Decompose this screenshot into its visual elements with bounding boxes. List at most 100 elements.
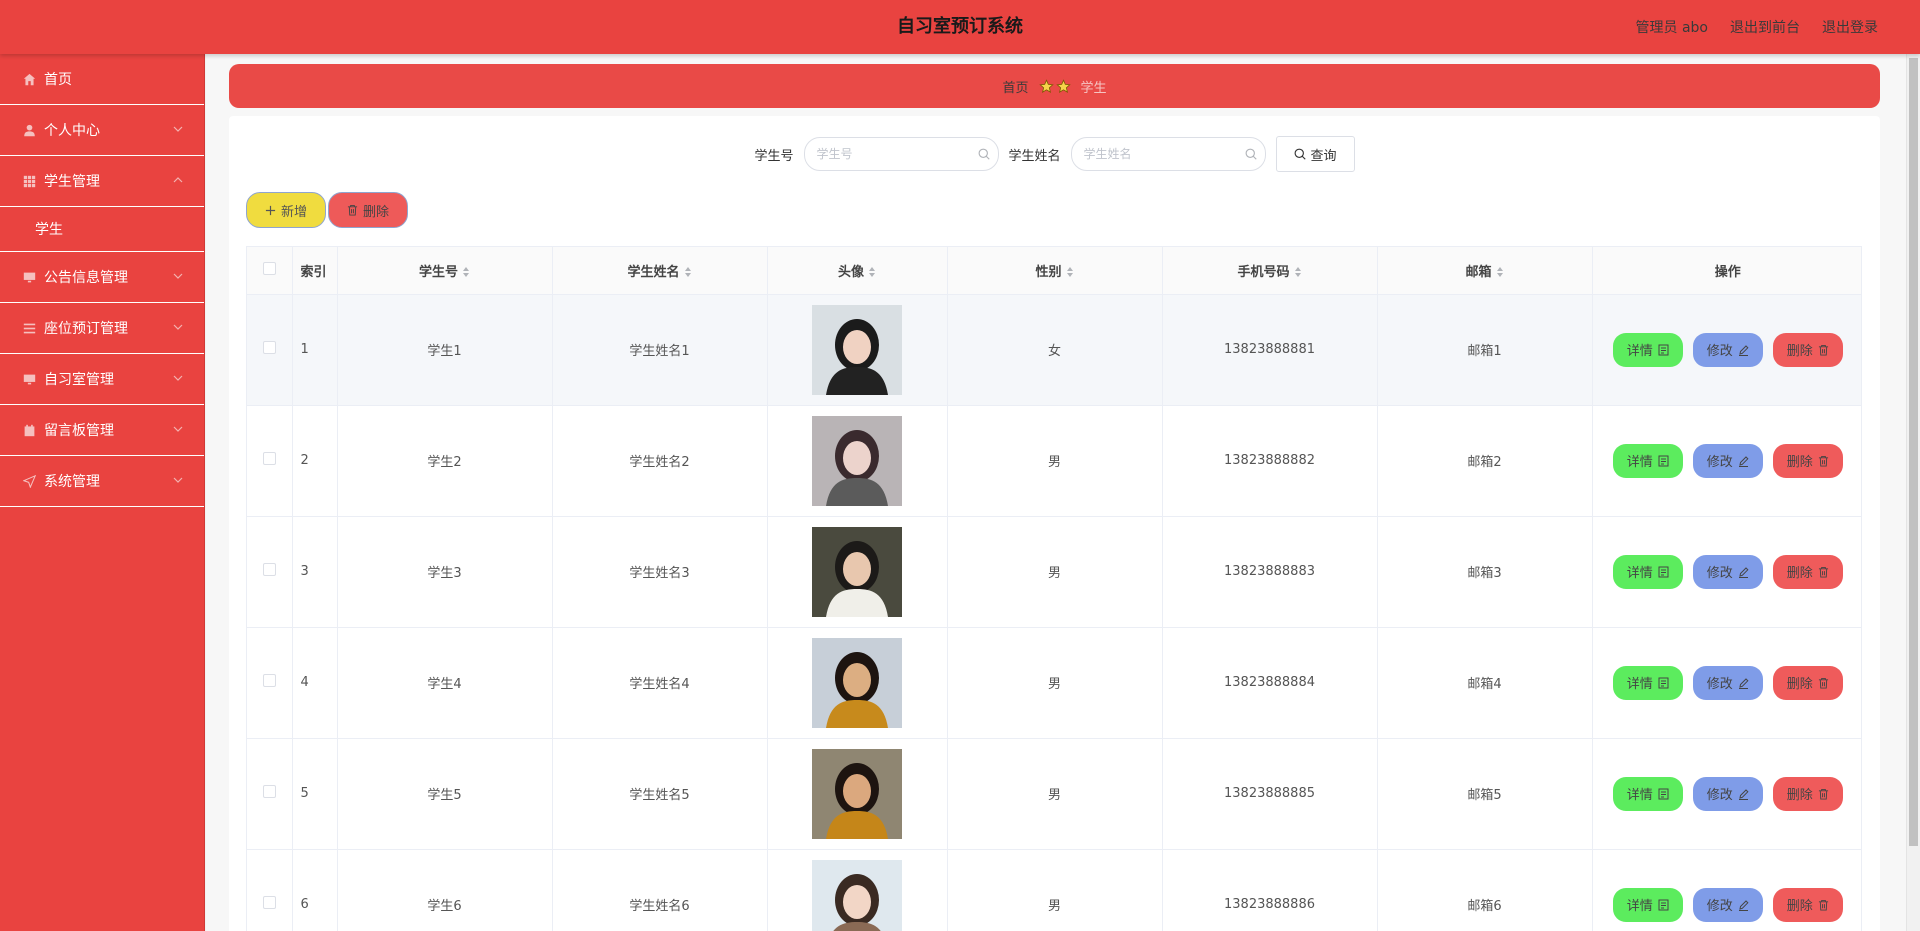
row-phone: 13823888886: [1162, 849, 1378, 931]
column-header-student-no[interactable]: 学生号: [337, 247, 553, 295]
sidebar-item-notice-management[interactable]: 公告信息管理: [0, 252, 204, 303]
star-icon: [1038, 78, 1054, 93]
edit-button[interactable]: 修改: [1692, 332, 1763, 367]
detail-button[interactable]: 详情: [1612, 554, 1683, 589]
row-select-cell: [247, 405, 293, 517]
row-checkbox[interactable]: [262, 563, 276, 576]
back-to-front-link[interactable]: 退出到前台: [1730, 17, 1800, 37]
table-row: 5 学生5 学生姓名5 男 13823888885 邮箱5 详情 修改 删除: [247, 738, 1861, 850]
column-header-phone[interactable]: 手机号码: [1162, 247, 1378, 295]
trash-icon: [1818, 566, 1828, 577]
table-row: 2 学生2 学生姓名2 男 13823888882 邮箱2 详情 修改 删除: [247, 405, 1861, 517]
column-header-email[interactable]: 邮箱: [1377, 247, 1593, 295]
batch-delete-button[interactable]: 删除: [328, 192, 408, 228]
row-actions: 详情 修改 删除: [1592, 849, 1861, 931]
delete-button-label: 删除: [1786, 899, 1813, 914]
row-avatar-cell: [767, 294, 948, 406]
detail-button[interactable]: 详情: [1612, 443, 1683, 478]
delete-button[interactable]: 删除: [1772, 554, 1843, 589]
sort-icon[interactable]: [684, 266, 692, 278]
list-icon: [22, 321, 36, 335]
breadcrumb-home[interactable]: 首页: [1002, 77, 1028, 96]
row-actions: 详情 修改 删除: [1592, 294, 1861, 406]
column-header-student-name[interactable]: 学生姓名: [552, 247, 768, 295]
student-name-input[interactable]: [1083, 147, 1234, 161]
sort-icon[interactable]: [462, 266, 470, 278]
sort-icon[interactable]: [868, 266, 876, 278]
row-checkbox[interactable]: [262, 341, 276, 354]
row-checkbox[interactable]: [262, 896, 276, 909]
row-checkbox[interactable]: [262, 452, 276, 465]
logout-link[interactable]: 退出登录: [1822, 17, 1878, 37]
query-button[interactable]: 查询: [1275, 136, 1355, 172]
search-icon: [1294, 148, 1306, 160]
row-checkbox[interactable]: [262, 674, 276, 687]
detail-button-label: 详情: [1626, 344, 1653, 359]
detail-button[interactable]: 详情: [1612, 332, 1683, 367]
pencil-icon: [1738, 566, 1749, 578]
avatar[interactable]: [812, 859, 902, 931]
avatar[interactable]: [812, 637, 902, 728]
sidebar-item-message-board-management[interactable]: 留言板管理: [0, 405, 204, 456]
detail-button[interactable]: 详情: [1612, 887, 1683, 922]
sort-icon[interactable]: [1066, 266, 1074, 278]
calendar-icon: [22, 423, 36, 437]
document-icon: [1658, 344, 1669, 355]
sidebar-item-seat-booking-management[interactable]: 座位预订管理: [0, 303, 204, 354]
delete-button[interactable]: 删除: [1772, 776, 1843, 811]
star-icon: [1055, 78, 1071, 93]
sidebar-subitem-student[interactable]: 学生: [0, 207, 204, 252]
sidebar-item-label: 座位预订管理: [44, 321, 128, 337]
pencil-icon: [1738, 677, 1749, 689]
student-no-field-wrapper: [803, 137, 999, 171]
scrollbar-thumb[interactable]: [1909, 58, 1918, 846]
row-checkbox[interactable]: [262, 785, 276, 798]
sort-icon[interactable]: [1496, 266, 1504, 278]
edit-button-label: 修改: [1706, 899, 1733, 914]
avatar[interactable]: [812, 526, 902, 617]
student-no-input[interactable]: [816, 147, 967, 161]
column-header-gender[interactable]: 性别: [947, 247, 1163, 295]
row-index: 3: [292, 516, 338, 628]
sidebar-item-home[interactable]: 首页: [0, 54, 204, 105]
table-header-row: 索引 学生号 学生姓名 头像 性别 手机号码 邮箱 操作: [247, 247, 1861, 295]
avatar[interactable]: [812, 304, 902, 395]
edit-button[interactable]: 修改: [1692, 887, 1763, 922]
sidebar-item-personal-center[interactable]: 个人中心: [0, 105, 204, 156]
avatar[interactable]: [812, 415, 902, 506]
chevron-up-icon: [172, 174, 184, 186]
row-gender: 男: [947, 627, 1163, 739]
edit-button[interactable]: 修改: [1692, 776, 1763, 811]
edit-button[interactable]: 修改: [1692, 665, 1763, 700]
edit-button[interactable]: 修改: [1692, 443, 1763, 478]
detail-button[interactable]: 详情: [1612, 665, 1683, 700]
select-all-checkbox[interactable]: [262, 261, 276, 275]
delete-button[interactable]: 删除: [1772, 332, 1843, 367]
row-email: 邮箱3: [1377, 516, 1593, 628]
page-scrollbar[interactable]: [1906, 54, 1920, 931]
sidebar-item-student-management[interactable]: 学生管理: [0, 156, 204, 207]
edit-button-label: 修改: [1706, 566, 1733, 581]
delete-button[interactable]: 删除: [1772, 665, 1843, 700]
detail-button[interactable]: 详情: [1612, 776, 1683, 811]
sidebar-item-label: 个人中心: [44, 123, 100, 139]
student-name-field-wrapper: [1070, 137, 1266, 171]
column-header-avatar[interactable]: 头像: [767, 247, 948, 295]
row-student-name: 学生姓名5: [552, 738, 768, 850]
edit-button[interactable]: 修改: [1692, 554, 1763, 589]
delete-button[interactable]: 删除: [1772, 887, 1843, 922]
row-phone: 13823888883: [1162, 516, 1378, 628]
sidebar-item-label: 自习室管理: [44, 372, 114, 388]
sort-icon[interactable]: [1294, 266, 1302, 278]
avatar[interactable]: [812, 748, 902, 839]
delete-button[interactable]: 删除: [1772, 443, 1843, 478]
sidebar-item-system-management[interactable]: 系统管理: [0, 456, 204, 507]
main-content: 首页 学生 学生号 学生姓名: [206, 54, 1906, 931]
row-gender: 男: [947, 516, 1163, 628]
student-no-label: 学生号: [754, 148, 794, 164]
sidebar-item-study-room-management[interactable]: 自习室管理: [0, 354, 204, 405]
row-select-cell: [247, 627, 293, 739]
add-button[interactable]: 新增: [246, 192, 326, 228]
trash-icon: [1818, 788, 1828, 799]
sidebar-item-label: 系统管理: [44, 474, 100, 490]
